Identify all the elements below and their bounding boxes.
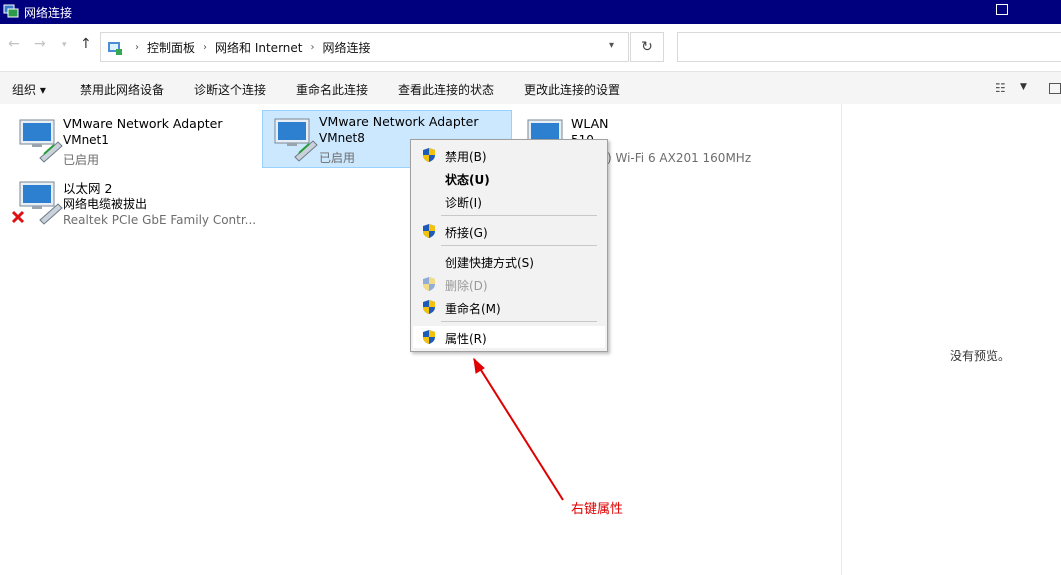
menu-item-disable[interactable]: 禁用(B) — [413, 144, 605, 166]
menu-separator — [441, 245, 597, 246]
connection-status: 已启用 — [319, 151, 356, 165]
breadcrumb-separator-icon: › — [135, 42, 139, 53]
breadcrumb-control-panel[interactable]: 控制面板 — [147, 39, 195, 56]
recent-locations-chevron-icon[interactable]: ▾ — [62, 40, 67, 50]
connection-subname: 网络电缆被拔出 — [63, 197, 148, 211]
rename-connection-button[interactable]: 重命名此连接 — [296, 81, 368, 98]
refresh-button[interactable]: ↻ — [630, 32, 664, 62]
menu-item-label: 重命名(M) — [445, 302, 501, 316]
network-adapter-icon — [19, 119, 63, 163]
address-bar[interactable]: › 控制面板 › 网络和 Internet › 网络连接 ▾ — [100, 32, 629, 62]
title-bar: 网络连接 — [0, 0, 1061, 24]
change-settings-button[interactable]: 更改此连接的设置 — [524, 81, 620, 98]
menu-item-status[interactable]: 状态(U) — [413, 167, 605, 189]
menu-item-label: 桥接(G) — [445, 226, 488, 240]
uac-shield-icon — [423, 277, 435, 291]
command-bar: 组织 ▾ 禁用此网络设备 诊断这个连接 重命名此连接 查看此连接的状态 更改此连… — [0, 71, 1061, 105]
preview-pane-button[interactable] — [1049, 83, 1061, 94]
organize-button[interactable]: 组织 ▾ — [12, 81, 46, 98]
menu-separator — [441, 321, 597, 322]
disconnected-x-icon — [11, 210, 25, 224]
no-preview-text: 没有预览。 — [950, 349, 1011, 363]
menu-item-rename[interactable]: 重命名(M) — [413, 296, 605, 318]
uac-shield-icon — [423, 224, 435, 238]
menu-item-label: 状态(U) — [445, 173, 490, 187]
disable-device-button[interactable]: 禁用此网络设备 — [80, 81, 164, 98]
breadcrumb-network-internet[interactable]: 网络和 Internet — [215, 39, 302, 56]
network-connections-icon — [3, 4, 19, 18]
menu-item-label: 属性(R) — [445, 332, 487, 346]
connection-name: WLAN — [571, 116, 609, 131]
diagnose-connection-button[interactable]: 诊断这个连接 — [194, 81, 266, 98]
connection-subname: VMnet1 — [63, 133, 109, 147]
preview-pane: 没有预览。 — [841, 104, 1061, 575]
connection-status: ) Wi-Fi 6 AX201 160MHz — [607, 151, 752, 165]
search-input[interactable] — [677, 32, 1061, 62]
breadcrumb-separator-icon: › — [310, 42, 315, 53]
connection-vmnet1[interactable]: VMware Network Adapter VMnet1 已启用 — [8, 112, 258, 170]
menu-item-bridge[interactable]: 桥接(G) — [413, 220, 605, 242]
uac-shield-icon — [423, 300, 435, 314]
menu-separator — [441, 215, 597, 216]
uac-shield-icon — [423, 148, 435, 162]
view-status-button[interactable]: 查看此连接的状态 — [398, 81, 494, 98]
annotation-label: 右键属性 — [571, 502, 624, 517]
up-arrow-icon[interactable]: ↑ — [80, 36, 92, 52]
breadcrumb-separator-icon: › — [203, 42, 208, 53]
connection-status: Realtek PCIe GbE Family Contr... — [63, 213, 257, 227]
network-adapter-icon — [274, 118, 318, 162]
menu-item-diagnose[interactable]: 诊断(I) — [413, 190, 605, 212]
menu-item-properties[interactable]: 属性(R) — [413, 326, 605, 348]
connection-status: 已启用 — [63, 153, 100, 167]
connection-subname: VMnet8 — [319, 131, 365, 145]
breadcrumb-network-connections[interactable]: 网络连接 — [322, 39, 370, 56]
connection-name: VMware Network Adapter — [63, 116, 223, 131]
view-options-icon[interactable]: ☷ — [995, 81, 1006, 95]
refresh-icon: ↻ — [641, 39, 653, 55]
connection-name: VMware Network Adapter — [319, 114, 479, 129]
menu-item-label: 诊断(I) — [445, 196, 482, 210]
window-title: 网络连接 — [24, 6, 73, 20]
menu-item-label: 创建快捷方式(S) — [445, 256, 534, 270]
connection-ethernet-2[interactable]: 以太网 2 网络电缆被拔出 Realtek PCIe GbE Family Co… — [8, 174, 258, 232]
menu-item-delete: 删除(D) — [413, 273, 605, 295]
address-row: ← → ▾ ↑ › 控制面板 › 网络和 Internet › 网络连接 ▾ ↻ — [0, 24, 1061, 70]
forward-arrow-icon[interactable]: → — [34, 36, 46, 52]
back-arrow-icon[interactable]: ← — [8, 36, 20, 52]
uac-shield-icon — [423, 330, 435, 344]
menu-item-label: 删除(D) — [445, 279, 488, 293]
address-dropdown-icon[interactable]: ▾ — [609, 40, 614, 51]
maximize-button[interactable] — [996, 4, 1008, 15]
menu-item-label: 禁用(B) — [445, 150, 487, 164]
view-options-dropdown-icon[interactable]: ▼ — [1020, 82, 1027, 92]
menu-item-create-shortcut[interactable]: 创建快捷方式(S) — [413, 250, 605, 272]
context-menu: 禁用(B) 状态(U) 诊断(I) 桥接(G) 创建快捷方式(S) 删除(D) … — [410, 139, 608, 352]
control-panel-icon — [108, 41, 122, 55]
